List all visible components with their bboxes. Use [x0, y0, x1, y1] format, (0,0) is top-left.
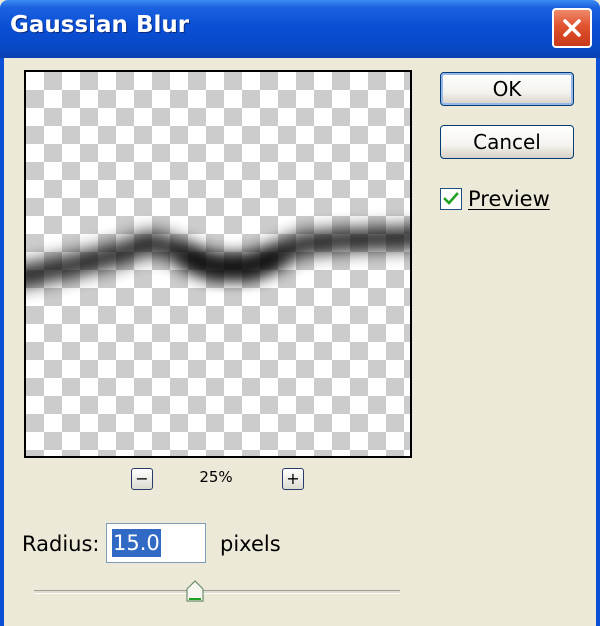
close-icon: [563, 19, 581, 37]
window-title: Gaussian Blur: [10, 12, 190, 38]
checkmark-icon: [443, 192, 459, 205]
zoom-out-button[interactable]: −: [131, 468, 153, 490]
blurred-stroke-preview: [26, 227, 410, 286]
zoom-level: 25%: [199, 468, 233, 486]
close-button[interactable]: [552, 8, 592, 48]
radius-selected-text: 15.0: [112, 529, 161, 557]
slider-thumb-icon[interactable]: [186, 580, 204, 602]
title-bar[interactable]: Gaussian Blur: [0, 0, 600, 58]
preview-checkbox-label[interactable]: Preview: [468, 187, 550, 211]
window-frame-left: [0, 58, 4, 626]
window-frame-right: [596, 58, 600, 626]
cancel-button[interactable]: Cancel: [440, 125, 574, 159]
radius-label: Radius:: [22, 532, 100, 556]
preview-checkbox[interactable]: [440, 188, 462, 210]
preview-canvas[interactable]: [24, 70, 412, 458]
units-label: pixels: [220, 532, 281, 556]
radius-slider-track[interactable]: [34, 590, 400, 594]
minus-icon: −: [135, 469, 149, 488]
ok-button[interactable]: OK: [440, 72, 574, 106]
zoom-in-button[interactable]: +: [282, 468, 304, 490]
plus-icon: +: [286, 469, 300, 488]
